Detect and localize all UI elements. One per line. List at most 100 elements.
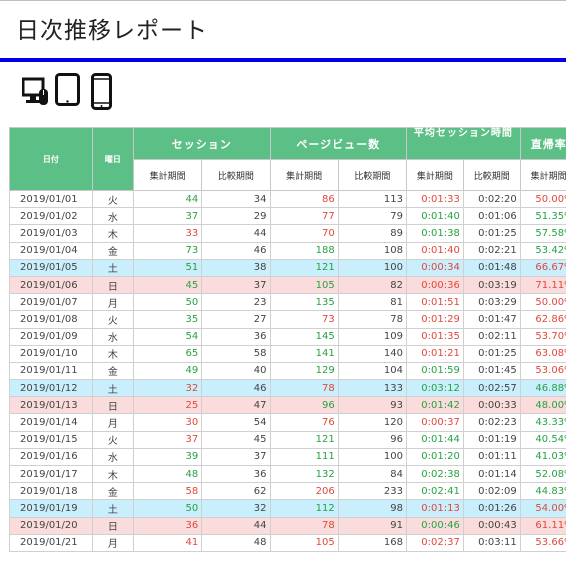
avg-session-compare-cell: 0:02:20 xyxy=(462,189,521,209)
pageviews-compare-cell: 168 xyxy=(337,533,407,552)
date-cell: 2019/01/12 xyxy=(9,379,93,398)
avg-session-compare-cell: 0:01:48 xyxy=(462,258,521,277)
table-row: 2019/01/09 水 54 36 145 109 0:01:35 0:02:11 53.70… xyxy=(9,327,566,346)
avg-session-compare-cell: 0:03:11 xyxy=(462,533,521,552)
avg-session-compare-cell: 0:02:21 xyxy=(462,241,521,260)
avg-session-current-cell: 0:01:33 xyxy=(405,189,464,209)
table-row: 2019/01/14月3054761200:00:370:02:2343.33% xyxy=(9,413,566,432)
sessions-compare-cell: 44 xyxy=(201,516,271,535)
daily-report-table: 日付 曜日 セッション ページビュー数 平均セッション時間 直帰率 集計期間 比… xyxy=(9,127,566,566)
pageviews-compare-cell: 104 xyxy=(337,361,407,381)
sessions-current-cell: 50 xyxy=(133,499,203,518)
avg-session-compare-cell: 0:01:06 xyxy=(462,207,521,226)
sessions-compare-cell: 29 xyxy=(201,207,271,226)
pageviews-current-cell: 111 xyxy=(269,447,339,467)
dow-cell: 土 xyxy=(91,499,135,518)
table-row: 2019/01/02水372977790:01:400:01:0651.35% xyxy=(9,207,566,226)
pageviews-compare-cell: 79 xyxy=(337,207,407,226)
pageviews-current-cell: 76 xyxy=(269,413,339,432)
sessions-compare-cell: 46 xyxy=(201,241,271,260)
sessions-current-cell: 30 xyxy=(133,413,203,432)
avg-session-current-cell: 0:01:42 xyxy=(405,396,464,415)
pageviews-compare-cell: 89 xyxy=(337,224,407,243)
bounce-current-cell: 41.03% xyxy=(519,447,566,467)
tablet-icon[interactable] xyxy=(55,73,81,107)
dow-cell: 日 xyxy=(91,516,135,535)
pageviews-current-cell: 132 xyxy=(269,464,339,484)
sessions-current-cell: 37 xyxy=(133,430,203,449)
pageviews-current-cell: 105 xyxy=(269,275,339,295)
avg-session-compare-cell: 0:01:47 xyxy=(462,310,521,329)
date-cell: 2019/01/07 xyxy=(9,293,93,312)
desktop-icon[interactable] xyxy=(22,75,50,109)
date-cell: 2019/01/04 xyxy=(9,241,93,260)
avg-session-current-cell: 0:01:38 xyxy=(405,224,464,243)
sessions-current-cell: 36 xyxy=(133,516,203,535)
pageviews-compare-cell: 100 xyxy=(337,447,407,467)
pageviews-compare-cell: 98 xyxy=(337,499,407,518)
bounce-rate-header: 直帰率 xyxy=(519,127,566,160)
bounce-current-cell: 48.00% xyxy=(519,396,566,415)
bounce-current-cell: 62.86% xyxy=(519,310,566,329)
sessions-compare-cell: 46 xyxy=(201,379,271,398)
avg-session-compare-cell: 0:01:14 xyxy=(462,464,521,484)
table-row: 2019/01/19土5032112980:01:130:01:2654.00% xyxy=(9,499,566,518)
sessions-compare-cell: 23 xyxy=(201,293,271,312)
page-title: 日次推移レポート xyxy=(16,18,208,44)
avg-session-current-cell: 0:01:29 xyxy=(405,310,464,329)
avg-session-compare-cell: 0:00:33 xyxy=(462,396,521,415)
pageviews-current-cell: 70 xyxy=(269,224,339,243)
sessions-current-cell: 32 xyxy=(133,379,203,398)
avg-session-compare-cell: 0:03:29 xyxy=(462,293,521,312)
table-row: 2019/01/12土3246781330:03:120:02:5746.88% xyxy=(9,379,566,398)
date-cell: 2019/01/21 xyxy=(9,533,93,552)
avg-session-current-cell: 0:00:34 xyxy=(405,258,464,277)
dow-cell: 水 xyxy=(91,327,135,346)
sessions-compare-cell: 54 xyxy=(201,413,271,432)
sessions-compare-cell: 38 xyxy=(201,258,271,277)
date-cell: 2019/01/02 xyxy=(9,207,93,226)
avg-session-compare-cell: 0:02:09 xyxy=(462,482,521,501)
pageviews-compare-cell: 109 xyxy=(337,327,407,346)
avg-session-compare-cell: 0:01:11 xyxy=(462,447,521,467)
pageviews-compare-cell: 91 xyxy=(337,516,407,535)
avg-session-compare-cell: 0:02:23 xyxy=(462,413,521,432)
date-cell: 2019/01/18 xyxy=(9,482,93,501)
pageviews-current-cell: 121 xyxy=(269,258,339,277)
table-row: 2019/01/04 金 73 46 188 108 0:01:40 0:02:21 53.42… xyxy=(9,241,566,260)
pageviews-compare-cell: 113 xyxy=(337,189,407,209)
dow-cell: 火 xyxy=(91,430,135,449)
pageviews-compare-cell: 108 xyxy=(337,241,407,260)
pageviews-compare-cell: 233 xyxy=(337,482,407,501)
date-cell: 2019/01/17 xyxy=(9,464,93,484)
sessions-compare-cell: 37 xyxy=(201,447,271,467)
bounce-current-cell: 51.35% xyxy=(519,207,566,226)
pageviews-current-cell: 78 xyxy=(269,516,339,535)
sessions-compare-cell: 48 xyxy=(201,533,271,552)
bounce-current-cell: 53.70% xyxy=(519,327,566,346)
dow-cell: 月 xyxy=(91,533,135,552)
dow-cell: 土 xyxy=(91,379,135,398)
date-cell: 2019/01/16 xyxy=(9,447,93,467)
sessions-compare-cell: 27 xyxy=(201,310,271,329)
date-cell: 2019/01/05 xyxy=(9,258,93,277)
dow-cell: 火 xyxy=(91,189,135,209)
pageviews-current-cell: 77 xyxy=(269,207,339,226)
sessions-current-cell: 39 xyxy=(133,447,203,467)
table-row: 2019/01/10 木 65 58 141 140 0:01:21 0:01:25 63.08… xyxy=(9,344,566,363)
top-border xyxy=(0,0,566,1)
sessions-current-header: 集計期間 xyxy=(133,159,203,191)
table-row: 2019/01/13日254796930:01:420:00:3348.00% xyxy=(9,396,566,415)
pageviews-compare-cell: 100 xyxy=(337,258,407,277)
avg-session-current-cell: 0:01:20 xyxy=(405,447,464,467)
bounce-current-cell: 50.00% xyxy=(519,189,566,209)
avg-session-current-cell: 0:00:46 xyxy=(405,516,464,535)
bounce-current-cell: 54.00% xyxy=(519,499,566,518)
dow-cell: 月 xyxy=(91,293,135,312)
dow-cell: 木 xyxy=(91,224,135,243)
dow-cell: 日 xyxy=(91,396,135,415)
smartphone-icon[interactable] xyxy=(91,73,113,111)
pageviews-compare-cell: 133 xyxy=(337,379,407,398)
avg-session-current-cell: 0:01:51 xyxy=(405,293,464,312)
date-cell: 2019/01/03 xyxy=(9,224,93,243)
